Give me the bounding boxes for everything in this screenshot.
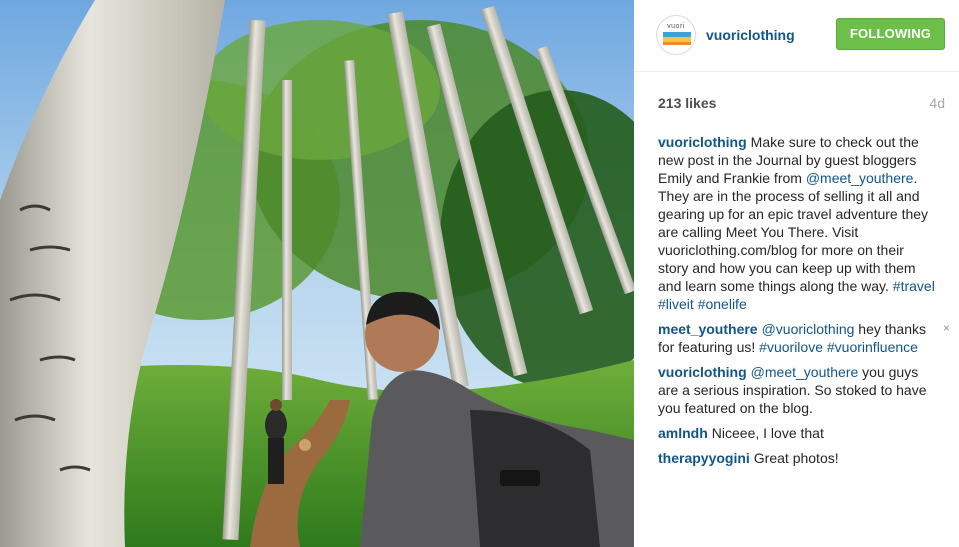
comment-author[interactable]: therapyyogini xyxy=(658,450,750,466)
post-timestamp[interactable]: 4d xyxy=(929,95,945,111)
mention-link[interactable]: @meet_youthere xyxy=(751,364,859,380)
likes-count[interactable]: 213 likes xyxy=(658,95,716,111)
comment: therapyyogini Great photos! xyxy=(658,449,948,467)
mention-link[interactable]: @vuoriclothing xyxy=(762,321,855,337)
comment-text: Niceee, I love that xyxy=(711,425,824,441)
comment-text: . They are in the process of selling it … xyxy=(658,170,929,294)
post-sidebar: vuori vuoriclothing FOLLOWING 213 likes … xyxy=(634,0,959,547)
comment-author[interactable]: vuoriclothing xyxy=(658,134,747,150)
comment: amlndh Niceee, I love that xyxy=(658,424,948,442)
comment-list: vuoriclothing Make sure to check out the … xyxy=(658,133,950,474)
mention-link[interactable]: @meet_youthere xyxy=(806,170,914,186)
comment-author[interactable]: vuoriclothing xyxy=(658,364,747,380)
avatar[interactable]: vuori xyxy=(656,15,696,55)
post-photo-illustration xyxy=(0,0,634,547)
hashtag-link[interactable]: #liveit xyxy=(658,296,694,312)
hashtag-link[interactable]: #onelife xyxy=(698,296,747,312)
close-icon[interactable]: × xyxy=(943,320,950,336)
avatar-brand-logo: vuori xyxy=(667,23,685,30)
likes-row: 213 likes 4d xyxy=(658,95,945,113)
post-header: vuori vuoriclothing FOLLOWING xyxy=(634,0,959,72)
post-username[interactable]: vuoriclothing xyxy=(706,27,795,43)
comment-caption: vuoriclothing Make sure to check out the … xyxy=(658,133,948,313)
comment: vuoriclothing @meet_youthere you guys are… xyxy=(658,363,948,417)
comment: meet_youthere @vuoriclothing hey thanks f… xyxy=(658,320,950,356)
following-button[interactable]: FOLLOWING xyxy=(836,18,945,50)
comment-text: Great photos! xyxy=(753,450,839,466)
post-photo[interactable] xyxy=(0,0,634,547)
comment-author[interactable]: amlndh xyxy=(658,425,708,441)
hashtag-link[interactable]: #vuorilove xyxy=(759,339,823,355)
hashtag-link[interactable]: #travel xyxy=(893,278,935,294)
avatar-logo-stripe xyxy=(663,42,691,45)
hashtag-link[interactable]: #vuorinfluence xyxy=(827,339,918,355)
comment-author[interactable]: meet_youthere xyxy=(658,321,758,337)
